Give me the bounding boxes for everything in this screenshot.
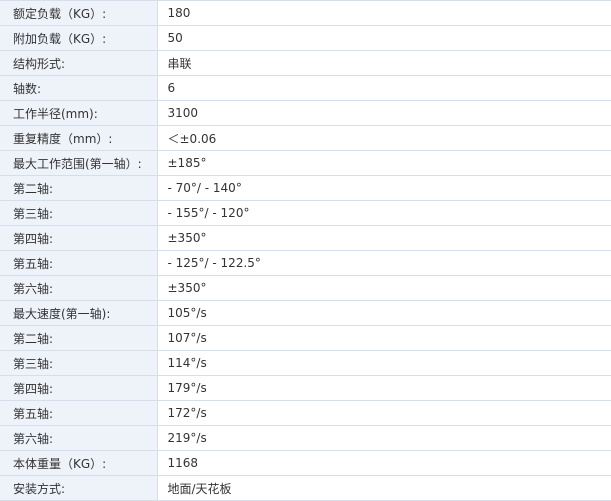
table-row: 第四轴: ±350° (0, 225, 611, 251)
spec-label: 第五轴: (0, 400, 158, 426)
table-row: 第六轴: 219°/s (0, 425, 611, 451)
spec-label: 最大工作范围(第一轴）: (0, 150, 158, 176)
spec-label: 第二轴: (0, 175, 158, 201)
spec-value: 1168 (157, 450, 611, 476)
table-row: 最大速度(第一轴): 105°/s (0, 300, 611, 326)
spec-label: 附加负载（KG）: (0, 25, 158, 51)
spec-label: 安装方式: (0, 475, 158, 501)
table-row: 重复精度（mm）: ＜±0.06 (0, 125, 611, 151)
spec-label: 第三轴: (0, 350, 158, 376)
spec-label: 轴数: (0, 75, 158, 101)
spec-value: 179°/s (157, 375, 611, 401)
spec-value: ＜±0.06 (157, 125, 611, 151)
spec-label: 第五轴: (0, 250, 158, 276)
table-row: 本体重量（KG）: 1168 (0, 450, 611, 476)
table-row: 第二轴: 107°/s (0, 325, 611, 351)
spec-label: 重复精度（mm）: (0, 125, 158, 151)
spec-table-body: 额定负载（KG）: 180 附加负载（KG）: 50 结构形式: 串联 轴数: … (0, 0, 611, 501)
table-row: 最大工作范围(第一轴）: ±185° (0, 150, 611, 176)
spec-label: 第六轴: (0, 275, 158, 301)
table-row: 附加负载（KG）: 50 (0, 25, 611, 51)
spec-value: ±350° (157, 275, 611, 301)
spec-label: 第二轴: (0, 325, 158, 351)
spec-value: 107°/s (157, 325, 611, 351)
spec-value: - 70°/ - 140° (157, 175, 611, 201)
spec-label: 结构形式: (0, 50, 158, 76)
table-row: 第四轴: 179°/s (0, 375, 611, 401)
spec-value: ±185° (157, 150, 611, 176)
spec-label: 第四轴: (0, 375, 158, 401)
spec-label: 第四轴: (0, 225, 158, 251)
spec-value: - 155°/ - 120° (157, 200, 611, 226)
spec-value: - 125°/ - 122.5° (157, 250, 611, 276)
spec-value: 180 (157, 0, 611, 26)
spec-label: 本体重量（KG）: (0, 450, 158, 476)
table-row: 额定负载（KG）: 180 (0, 0, 611, 26)
spec-value: 串联 (157, 50, 611, 76)
table-row: 第五轴: - 125°/ - 122.5° (0, 250, 611, 276)
table-row: 轴数: 6 (0, 75, 611, 101)
table-row: 第三轴: 114°/s (0, 350, 611, 376)
spec-label: 第三轴: (0, 200, 158, 226)
spec-value: 219°/s (157, 425, 611, 451)
table-row: 结构形式: 串联 (0, 50, 611, 76)
table-row: 第六轴: ±350° (0, 275, 611, 301)
spec-value: 50 (157, 25, 611, 51)
spec-label: 最大速度(第一轴): (0, 300, 158, 326)
spec-label: 第六轴: (0, 425, 158, 451)
spec-value: 114°/s (157, 350, 611, 376)
table-row: 第二轴: - 70°/ - 140° (0, 175, 611, 201)
spec-value: 105°/s (157, 300, 611, 326)
spec-label: 工作半径(mm): (0, 100, 158, 126)
spec-value: 3100 (157, 100, 611, 126)
spec-value: 6 (157, 75, 611, 101)
spec-table: 额定负载（KG）: 180 附加负载（KG）: 50 结构形式: 串联 轴数: … (0, 0, 611, 501)
table-row: 第三轴: - 155°/ - 120° (0, 200, 611, 226)
spec-value: 地面/天花板 (157, 475, 611, 501)
spec-value: 172°/s (157, 400, 611, 426)
table-row: 安装方式: 地面/天花板 (0, 475, 611, 501)
table-row: 工作半径(mm): 3100 (0, 100, 611, 126)
spec-value: ±350° (157, 225, 611, 251)
spec-label: 额定负载（KG）: (0, 0, 158, 26)
table-row: 第五轴: 172°/s (0, 400, 611, 426)
